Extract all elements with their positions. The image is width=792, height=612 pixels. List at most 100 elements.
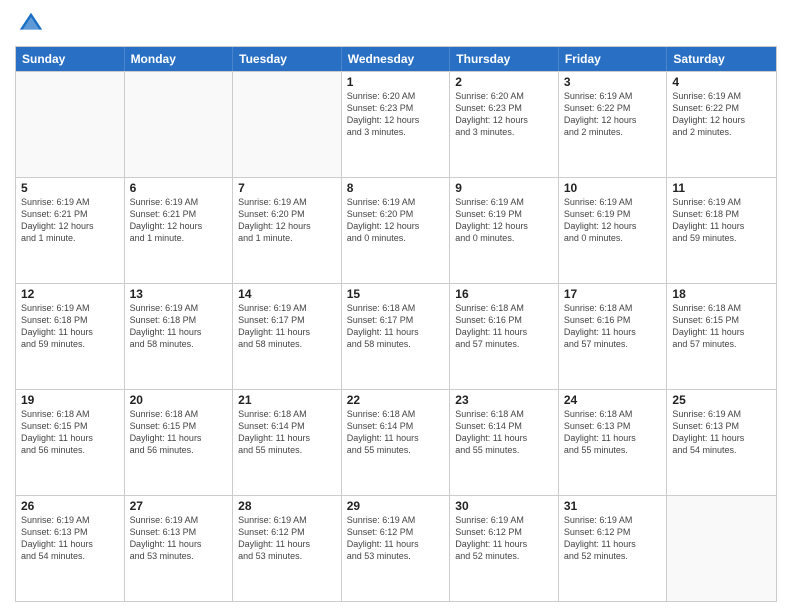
day-number: 10 [564,181,662,195]
cal-cell: 4Sunrise: 6:19 AM Sunset: 6:22 PM Daylig… [667,72,776,177]
cal-cell: 17Sunrise: 6:18 AM Sunset: 6:16 PM Dayli… [559,284,668,389]
logo-icon [17,10,45,38]
cal-week-1: 1Sunrise: 6:20 AM Sunset: 6:23 PM Daylig… [16,71,776,177]
cal-cell: 24Sunrise: 6:18 AM Sunset: 6:13 PM Dayli… [559,390,668,495]
day-info: Sunrise: 6:19 AM Sunset: 6:18 PM Dayligh… [21,302,119,351]
day-info: Sunrise: 6:18 AM Sunset: 6:15 PM Dayligh… [21,408,119,457]
day-info: Sunrise: 6:18 AM Sunset: 6:15 PM Dayligh… [130,408,228,457]
cal-cell: 13Sunrise: 6:19 AM Sunset: 6:18 PM Dayli… [125,284,234,389]
day-number: 13 [130,287,228,301]
day-number: 18 [672,287,771,301]
cal-cell: 31Sunrise: 6:19 AM Sunset: 6:12 PM Dayli… [559,496,668,601]
day-info: Sunrise: 6:19 AM Sunset: 6:22 PM Dayligh… [564,90,662,139]
day-number: 29 [347,499,445,513]
day-number: 4 [672,75,771,89]
cal-header-tuesday: Tuesday [233,47,342,71]
day-number: 2 [455,75,553,89]
cal-week-5: 26Sunrise: 6:19 AM Sunset: 6:13 PM Dayli… [16,495,776,601]
cal-header-saturday: Saturday [667,47,776,71]
cal-cell: 20Sunrise: 6:18 AM Sunset: 6:15 PM Dayli… [125,390,234,495]
day-info: Sunrise: 6:19 AM Sunset: 6:21 PM Dayligh… [130,196,228,245]
day-info: Sunrise: 6:19 AM Sunset: 6:13 PM Dayligh… [672,408,771,457]
page: SundayMondayTuesdayWednesdayThursdayFrid… [0,0,792,612]
cal-cell: 19Sunrise: 6:18 AM Sunset: 6:15 PM Dayli… [16,390,125,495]
calendar-body: 1Sunrise: 6:20 AM Sunset: 6:23 PM Daylig… [16,71,776,601]
cal-cell: 1Sunrise: 6:20 AM Sunset: 6:23 PM Daylig… [342,72,451,177]
logo-area [15,10,45,38]
day-number: 14 [238,287,336,301]
day-info: Sunrise: 6:19 AM Sunset: 6:12 PM Dayligh… [564,514,662,563]
cal-header-wednesday: Wednesday [342,47,451,71]
day-info: Sunrise: 6:19 AM Sunset: 6:21 PM Dayligh… [21,196,119,245]
cal-cell [233,72,342,177]
cal-cell: 6Sunrise: 6:19 AM Sunset: 6:21 PM Daylig… [125,178,234,283]
cal-header-thursday: Thursday [450,47,559,71]
cal-week-3: 12Sunrise: 6:19 AM Sunset: 6:18 PM Dayli… [16,283,776,389]
day-number: 9 [455,181,553,195]
day-info: Sunrise: 6:18 AM Sunset: 6:14 PM Dayligh… [455,408,553,457]
cal-cell: 2Sunrise: 6:20 AM Sunset: 6:23 PM Daylig… [450,72,559,177]
day-number: 27 [130,499,228,513]
day-info: Sunrise: 6:18 AM Sunset: 6:13 PM Dayligh… [564,408,662,457]
day-number: 24 [564,393,662,407]
day-info: Sunrise: 6:19 AM Sunset: 6:19 PM Dayligh… [564,196,662,245]
day-info: Sunrise: 6:19 AM Sunset: 6:19 PM Dayligh… [455,196,553,245]
day-number: 30 [455,499,553,513]
cal-week-4: 19Sunrise: 6:18 AM Sunset: 6:15 PM Dayli… [16,389,776,495]
cal-cell: 12Sunrise: 6:19 AM Sunset: 6:18 PM Dayli… [16,284,125,389]
day-number: 16 [455,287,553,301]
cal-cell: 3Sunrise: 6:19 AM Sunset: 6:22 PM Daylig… [559,72,668,177]
day-number: 20 [130,393,228,407]
day-number: 21 [238,393,336,407]
day-info: Sunrise: 6:19 AM Sunset: 6:18 PM Dayligh… [130,302,228,351]
day-info: Sunrise: 6:19 AM Sunset: 6:12 PM Dayligh… [238,514,336,563]
day-info: Sunrise: 6:18 AM Sunset: 6:15 PM Dayligh… [672,302,771,351]
day-info: Sunrise: 6:19 AM Sunset: 6:13 PM Dayligh… [130,514,228,563]
cal-cell: 25Sunrise: 6:19 AM Sunset: 6:13 PM Dayli… [667,390,776,495]
cal-cell: 30Sunrise: 6:19 AM Sunset: 6:12 PM Dayli… [450,496,559,601]
cal-cell: 18Sunrise: 6:18 AM Sunset: 6:15 PM Dayli… [667,284,776,389]
day-info: Sunrise: 6:19 AM Sunset: 6:22 PM Dayligh… [672,90,771,139]
cal-cell [16,72,125,177]
cal-week-2: 5Sunrise: 6:19 AM Sunset: 6:21 PM Daylig… [16,177,776,283]
day-number: 23 [455,393,553,407]
cal-header-friday: Friday [559,47,668,71]
cal-cell: 9Sunrise: 6:19 AM Sunset: 6:19 PM Daylig… [450,178,559,283]
cal-header-sunday: Sunday [16,47,125,71]
cal-cell: 10Sunrise: 6:19 AM Sunset: 6:19 PM Dayli… [559,178,668,283]
cal-cell: 26Sunrise: 6:19 AM Sunset: 6:13 PM Dayli… [16,496,125,601]
cal-header-monday: Monday [125,47,234,71]
day-info: Sunrise: 6:18 AM Sunset: 6:14 PM Dayligh… [347,408,445,457]
cal-cell: 27Sunrise: 6:19 AM Sunset: 6:13 PM Dayli… [125,496,234,601]
day-info: Sunrise: 6:19 AM Sunset: 6:17 PM Dayligh… [238,302,336,351]
day-number: 12 [21,287,119,301]
day-info: Sunrise: 6:19 AM Sunset: 6:12 PM Dayligh… [455,514,553,563]
header [15,10,777,38]
day-number: 17 [564,287,662,301]
cal-cell: 16Sunrise: 6:18 AM Sunset: 6:16 PM Dayli… [450,284,559,389]
cal-cell: 29Sunrise: 6:19 AM Sunset: 6:12 PM Dayli… [342,496,451,601]
day-number: 8 [347,181,445,195]
cal-cell: 23Sunrise: 6:18 AM Sunset: 6:14 PM Dayli… [450,390,559,495]
cal-cell: 22Sunrise: 6:18 AM Sunset: 6:14 PM Dayli… [342,390,451,495]
day-info: Sunrise: 6:18 AM Sunset: 6:17 PM Dayligh… [347,302,445,351]
day-info: Sunrise: 6:18 AM Sunset: 6:14 PM Dayligh… [238,408,336,457]
day-number: 3 [564,75,662,89]
cal-cell [667,496,776,601]
day-number: 31 [564,499,662,513]
cal-cell [125,72,234,177]
day-info: Sunrise: 6:20 AM Sunset: 6:23 PM Dayligh… [347,90,445,139]
day-info: Sunrise: 6:18 AM Sunset: 6:16 PM Dayligh… [455,302,553,351]
day-info: Sunrise: 6:19 AM Sunset: 6:13 PM Dayligh… [21,514,119,563]
day-number: 15 [347,287,445,301]
day-number: 26 [21,499,119,513]
day-info: Sunrise: 6:19 AM Sunset: 6:20 PM Dayligh… [347,196,445,245]
day-number: 5 [21,181,119,195]
cal-cell: 28Sunrise: 6:19 AM Sunset: 6:12 PM Dayli… [233,496,342,601]
cal-cell: 15Sunrise: 6:18 AM Sunset: 6:17 PM Dayli… [342,284,451,389]
day-number: 28 [238,499,336,513]
day-info: Sunrise: 6:18 AM Sunset: 6:16 PM Dayligh… [564,302,662,351]
cal-cell: 5Sunrise: 6:19 AM Sunset: 6:21 PM Daylig… [16,178,125,283]
calendar-header-row: SundayMondayTuesdayWednesdayThursdayFrid… [16,47,776,71]
day-number: 19 [21,393,119,407]
